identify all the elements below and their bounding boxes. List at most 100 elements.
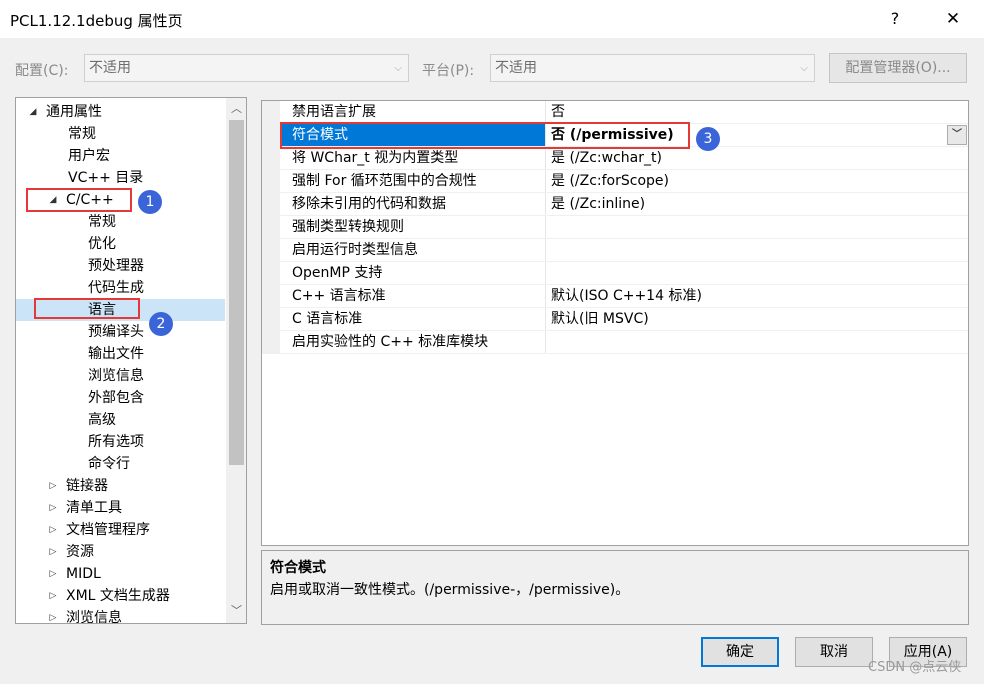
tree-item-label: 高级 <box>88 412 116 428</box>
tree-item[interactable]: ▷ 资源 <box>16 541 225 563</box>
tree-item[interactable]: 预编译头 <box>16 321 225 343</box>
property-row[interactable]: 启用运行时类型信息 <box>262 239 968 262</box>
property-row[interactable]: 将 WChar_t 视为内置类型是 (/Zc:wchar_t) <box>262 147 968 170</box>
property-value[interactable]: 默认(ISO C++14 标准) <box>547 285 968 308</box>
tree-item-label: 常规 <box>88 214 116 230</box>
tree-item-label: 常规 <box>68 126 96 142</box>
tree-item-label: 浏览信息 <box>66 610 122 624</box>
config-select[interactable]: 不适用 ⌵ <box>84 54 409 82</box>
collapse-arrow-icon[interactable]: ◢ <box>26 101 40 123</box>
cancel-button[interactable]: 取消 <box>795 637 873 667</box>
platform-select[interactable]: 不适用 ⌵ <box>490 54 815 82</box>
tree-item[interactable]: 命令行 <box>16 453 225 475</box>
property-name: 将 WChar_t 视为内置类型 <box>280 147 546 170</box>
config-select-value: 不适用 <box>89 60 131 76</box>
chevron-down-icon[interactable]: ﹀ <box>947 125 967 145</box>
row-gutter <box>262 124 280 147</box>
property-row[interactable]: 强制类型转换规则 <box>262 216 968 239</box>
tree-item[interactable]: 常规 <box>16 211 225 233</box>
tree-item[interactable]: 高级 <box>16 409 225 431</box>
tree-scrollbar-thumb[interactable] <box>229 120 244 465</box>
property-row[interactable]: C++ 语言标准 默认(ISO C++14 标准) <box>262 285 968 308</box>
property-row[interactable]: 启用实验性的 C++ 标准库模块 <box>262 331 968 354</box>
property-value[interactable]: 否 <box>547 101 968 124</box>
expand-arrow-icon[interactable]: ▷ <box>46 497 60 519</box>
config-manager-button[interactable]: 配置管理器(O)... <box>829 53 967 83</box>
row-gutter <box>262 170 280 193</box>
tree-item[interactable]: 外部包含 <box>16 387 225 409</box>
property-name: 启用实验性的 C++ 标准库模块 <box>280 331 546 354</box>
property-value-text: 是 (/Zc:inline) <box>551 196 646 212</box>
property-value[interactable]: 是 (/Zc:wchar_t) <box>547 147 968 170</box>
tree-item[interactable]: ▷ 文档管理程序 <box>16 519 225 541</box>
expand-arrow-icon[interactable]: ▷ <box>46 541 60 563</box>
scroll-down-icon[interactable]: ﹀ <box>226 601 246 621</box>
property-row[interactable]: 移除未引用的代码和数据是 (/Zc:inline) <box>262 193 968 216</box>
property-value[interactable] <box>547 331 968 354</box>
help-button[interactable]: ? <box>872 0 918 38</box>
row-gutter <box>262 308 280 331</box>
chevron-down-icon: ⌵ <box>800 63 808 74</box>
tree-item[interactable]: 所有选项 <box>16 431 225 453</box>
window-title: PCL1.12.1debug 属性页 <box>10 12 183 30</box>
tree-item[interactable]: ◢ 通用属性 <box>16 101 225 123</box>
expand-arrow-icon[interactable]: ▷ <box>46 563 60 585</box>
tree-item[interactable]: 代码生成 <box>16 277 225 299</box>
tree-item[interactable]: 预处理器 <box>16 255 225 277</box>
property-row[interactable]: 强制 For 循环范围中的合规性是 (/Zc:forScope) <box>262 170 968 193</box>
row-gutter <box>262 193 280 216</box>
platform-label: 平台(P): <box>422 63 475 79</box>
property-grid[interactable]: 禁用语言扩展否符合模式否 (/permissive) ﹀ 将 WChar_t 视为内… <box>261 100 969 546</box>
property-name: 强制类型转换规则 <box>280 216 546 239</box>
scroll-up-icon[interactable]: ︿ <box>226 99 246 119</box>
close-button[interactable]: ✕ <box>930 0 976 38</box>
tree-item[interactable]: ▷ 清单工具 <box>16 497 225 519</box>
property-value[interactable]: 是 (/Zc:forScope) <box>547 170 968 193</box>
tree-item[interactable]: ▷ MIDL <box>16 563 225 585</box>
property-value[interactable] <box>547 216 968 239</box>
tree-item[interactable]: 浏览信息 <box>16 365 225 387</box>
row-gutter <box>262 262 280 285</box>
tree-item[interactable]: ▷ 链接器 <box>16 475 225 497</box>
tree-item[interactable]: ▷ XML 文档生成器 <box>16 585 225 607</box>
expand-arrow-icon[interactable]: ▷ <box>46 585 60 607</box>
property-row[interactable]: C 语言标准 默认(旧 MSVC) <box>262 308 968 331</box>
ok-button[interactable]: 确定 <box>701 637 779 667</box>
property-value-text: 默认(ISO C++14 标准) <box>551 288 702 304</box>
title-bar: PCL1.12.1debug 属性页 ? ✕ <box>0 0 984 38</box>
description-panel: 符合模式 启用或取消一致性模式。(/permissive-，/permissiv… <box>261 550 969 625</box>
tree-item[interactable]: 常规 <box>16 123 225 145</box>
expand-arrow-icon[interactable]: ▷ <box>46 475 60 497</box>
expand-arrow-icon[interactable]: ▷ <box>46 519 60 541</box>
tree-item-label: 预处理器 <box>88 258 144 274</box>
property-tree[interactable]: ◢ 通用属性 常规 用户宏 VC++ 目录 ◢ C/C++ 常规 优化 预处理器 代码生成 语言 预编译… <box>15 97 247 624</box>
property-name: 移除未引用的代码和数据 <box>280 193 546 216</box>
property-value[interactable] <box>547 239 968 262</box>
expand-arrow-icon[interactable]: ▷ <box>46 607 60 623</box>
annotation-box-cpp <box>26 188 132 212</box>
annotation-box-conformance <box>280 122 690 149</box>
tree-item-label: VC++ 目录 <box>68 170 144 186</box>
tree-item[interactable]: VC++ 目录 <box>16 167 225 189</box>
property-value[interactable]: 是 (/Zc:inline) <box>547 193 968 216</box>
row-gutter <box>262 101 280 124</box>
tree-item[interactable]: ▷ 浏览信息 <box>16 607 225 624</box>
property-value[interactable]: 默认(旧 MSVC) <box>547 308 968 331</box>
property-value-text: 是 (/Zc:forScope) <box>551 173 669 189</box>
tree-item[interactable]: 优化 <box>16 233 225 255</box>
tree-item[interactable]: 用户宏 <box>16 145 225 167</box>
annotation-badge-1: 1 <box>138 190 162 214</box>
property-row[interactable]: 禁用语言扩展否 <box>262 101 968 124</box>
tree-item-label: 文档管理程序 <box>66 522 150 538</box>
description-title: 符合模式 <box>270 560 326 576</box>
row-gutter <box>262 285 280 308</box>
platform-select-value: 不适用 <box>495 60 537 76</box>
property-name: OpenMP 支持 <box>280 262 546 285</box>
tree-item[interactable]: 输出文件 <box>16 343 225 365</box>
tree-scrollbar[interactable]: ︿ ﹀ <box>226 98 246 623</box>
tree-item-label: 代码生成 <box>88 280 144 296</box>
property-name: 启用运行时类型信息 <box>280 239 546 262</box>
property-row[interactable]: OpenMP 支持 <box>262 262 968 285</box>
row-gutter <box>262 147 280 170</box>
property-value[interactable] <box>547 262 968 285</box>
